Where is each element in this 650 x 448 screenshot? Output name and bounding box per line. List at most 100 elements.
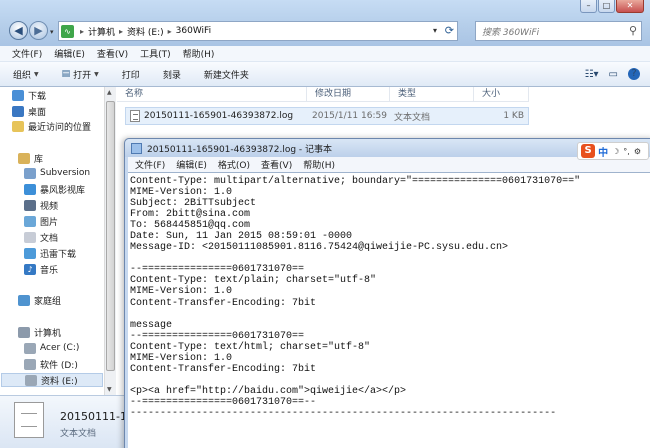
- refresh-icon[interactable]: ⟳: [445, 24, 454, 37]
- print-label: 打印: [121, 70, 140, 81]
- menu-file[interactable]: 文件(F): [12, 47, 42, 60]
- text-file-icon: [130, 110, 140, 122]
- sidebar-item-desktop[interactable]: 桌面: [12, 104, 46, 118]
- breadcrumb-separator-icon[interactable]: ▸: [119, 27, 123, 36]
- file-modified: 2015/1/11 16:59: [312, 111, 387, 121]
- menu-edit[interactable]: 编辑(E): [54, 47, 85, 60]
- breadcrumb-separator-icon[interactable]: ▸: [80, 27, 84, 36]
- recent-places-icon: [12, 120, 24, 132]
- drive-icon: [24, 342, 36, 354]
- sogou-logo[interactable]: S: [581, 144, 596, 158]
- notepad-menu-file[interactable]: 文件(F): [135, 158, 165, 171]
- chevron-down-icon: ▼: [34, 70, 39, 78]
- text-file-icon: [14, 402, 44, 438]
- column-header-modified[interactable]: 修改日期: [307, 87, 390, 102]
- view-controls: ☷▾ ▭ ?: [575, 68, 640, 80]
- recent-pages-dropdown-icon[interactable]: ▾: [50, 28, 58, 36]
- search-input[interactable]: 搜索 360WiFi ⚲: [475, 21, 642, 41]
- sidebar-item-pictures[interactable]: 图片: [24, 214, 58, 228]
- sidebar-item-label: 暴风影视库: [40, 185, 86, 196]
- back-button[interactable]: ◀: [9, 21, 28, 40]
- organize-button[interactable]: 组织 ▼: [13, 68, 39, 81]
- sidebar-item-label: 库: [34, 154, 44, 165]
- menu-view[interactable]: 查看(V): [97, 47, 128, 60]
- scroll-down-icon[interactable]: ▼: [107, 386, 112, 393]
- sidebar-item-subversion[interactable]: Subversion: [24, 166, 90, 180]
- view-options-icon[interactable]: ☷▾: [585, 69, 599, 80]
- help-icon[interactable]: ?: [628, 68, 640, 80]
- punctuation-icon[interactable]: °,: [623, 147, 630, 156]
- notepad-icon: ▤: [61, 69, 71, 79]
- sidebar-item-label: 家庭组: [34, 296, 62, 307]
- breadcrumb-folder[interactable]: 360WiFi: [176, 26, 211, 36]
- sidebar-item-homegroup[interactable]: 家庭组: [18, 293, 61, 307]
- sidebar-item-drive-d[interactable]: 软件 (D:): [24, 357, 78, 371]
- sidebar-item-thunder-downloads[interactable]: 迅雷下载: [24, 246, 76, 260]
- menu-tools[interactable]: 工具(T): [140, 47, 171, 60]
- minimize-icon[interactable]: –: [580, 0, 597, 13]
- maximize-icon[interactable]: □: [598, 0, 615, 13]
- sidebar-item-label: 图片: [40, 217, 59, 228]
- ime-mode-toggle[interactable]: 中: [598, 144, 608, 159]
- sidebar-item-label: 文档: [40, 233, 59, 244]
- sidebar-item-label: Acer (C:): [40, 343, 80, 353]
- forward-button[interactable]: ▶: [29, 21, 48, 40]
- moon-icon[interactable]: ☽: [612, 147, 619, 156]
- file-name: 20150111-165901-46393872.log: [144, 111, 294, 121]
- ime-toolbar[interactable]: S 中 ☽ °, ⚙: [577, 142, 649, 160]
- scroll-up-icon[interactable]: ▲: [107, 89, 112, 96]
- homegroup-icon: [18, 294, 30, 306]
- scrollbar-thumb[interactable]: [106, 101, 115, 371]
- desktop-icon: [12, 105, 24, 117]
- sidebar-item-label: 最近访问的位置: [28, 122, 92, 133]
- drive-icon: [24, 358, 36, 370]
- close-icon[interactable]: ✕: [616, 0, 644, 13]
- new-folder-button[interactable]: 新建文件夹: [204, 68, 249, 81]
- address-dropdown-icon[interactable]: ▾: [433, 26, 437, 35]
- address-bar[interactable]: ∿ ▸ 计算机 ▸ 资料 (E:) ▸ 360WiFi ▾ ⟳: [58, 21, 458, 41]
- sidebar-item-computer[interactable]: 计算机: [18, 325, 61, 339]
- notepad-menu-edit[interactable]: 编辑(E): [176, 158, 207, 171]
- menu-help[interactable]: 帮助(H): [183, 47, 215, 60]
- breadcrumb-drive[interactable]: 资料 (E:): [127, 25, 164, 38]
- preview-pane-icon[interactable]: ▭: [609, 69, 618, 80]
- sidebar-item-drive-c[interactable]: Acer (C:): [24, 341, 79, 355]
- sidebar-item-label: 计算机: [34, 328, 62, 339]
- column-headers: 名称 修改日期 类型 大小: [117, 87, 529, 102]
- sidebar-item-label: Subversion: [40, 168, 91, 178]
- print-button[interactable]: 打印: [122, 68, 140, 81]
- sidebar-item-recent-places[interactable]: 最近访问的位置: [12, 119, 91, 133]
- search-icon[interactable]: ⚲: [629, 24, 637, 37]
- file-row[interactable]: 20150111-165901-46393872.log 2015/1/11 1…: [125, 107, 529, 125]
- notepad-menu-help[interactable]: 帮助(H): [303, 158, 335, 171]
- notepad-text-area[interactable]: Content-Type: multipart/alternative; bou…: [128, 172, 650, 448]
- column-header-type[interactable]: 类型: [390, 87, 474, 102]
- pictures-icon: [24, 215, 36, 227]
- sidebar-item-baofeng-library[interactable]: 暴风影视库: [24, 182, 85, 196]
- burn-button[interactable]: 刻录: [163, 68, 181, 81]
- sidebar-item-documents[interactable]: 文档: [24, 230, 58, 244]
- column-header-name[interactable]: 名称: [117, 87, 307, 102]
- sidebar-item-libraries[interactable]: 库: [18, 151, 43, 165]
- search-placeholder: 搜索 360WiFi: [482, 28, 540, 38]
- sidebar-item-drive-e[interactable]: 资料 (E:): [1, 373, 103, 387]
- sidebar-item-music[interactable]: ♪ 音乐: [24, 262, 58, 276]
- sidebar-item-label: 资料 (E:): [41, 376, 78, 387]
- notepad-menubar: 文件(F) 编辑(E) 格式(O) 查看(V) 帮助(H): [128, 157, 650, 172]
- breadcrumb-computer[interactable]: 计算机: [88, 25, 115, 38]
- settings-icon[interactable]: ⚙: [634, 147, 641, 156]
- chevron-down-icon: ▼: [94, 70, 99, 78]
- notepad-menu-format[interactable]: 格式(O): [218, 158, 250, 171]
- burn-label: 刻录: [162, 70, 181, 81]
- notepad-titlebar[interactable]: 20150111-165901-46393872.log - 记事本: [125, 139, 650, 157]
- thunder-download-icon: [24, 247, 36, 259]
- breadcrumb-separator-icon[interactable]: ▸: [168, 27, 172, 36]
- notepad-menu-view[interactable]: 查看(V): [261, 158, 292, 171]
- navigation-scrollbar[interactable]: ▲ ▼: [104, 87, 116, 395]
- notepad-title: 20150111-165901-46393872.log - 记事本: [147, 144, 333, 155]
- explorer-titlebar: – □ ✕ ◀ ▶ ▾ ∿ ▸ 计算机 ▸ 资料 (E:) ▸ 360WiFi …: [0, 0, 650, 46]
- sidebar-item-downloads[interactable]: 下载: [12, 88, 46, 102]
- open-button[interactable]: ▤ 打开 ▼: [62, 68, 99, 81]
- column-header-size[interactable]: 大小: [474, 87, 529, 102]
- sidebar-item-videos[interactable]: 视频: [24, 198, 58, 212]
